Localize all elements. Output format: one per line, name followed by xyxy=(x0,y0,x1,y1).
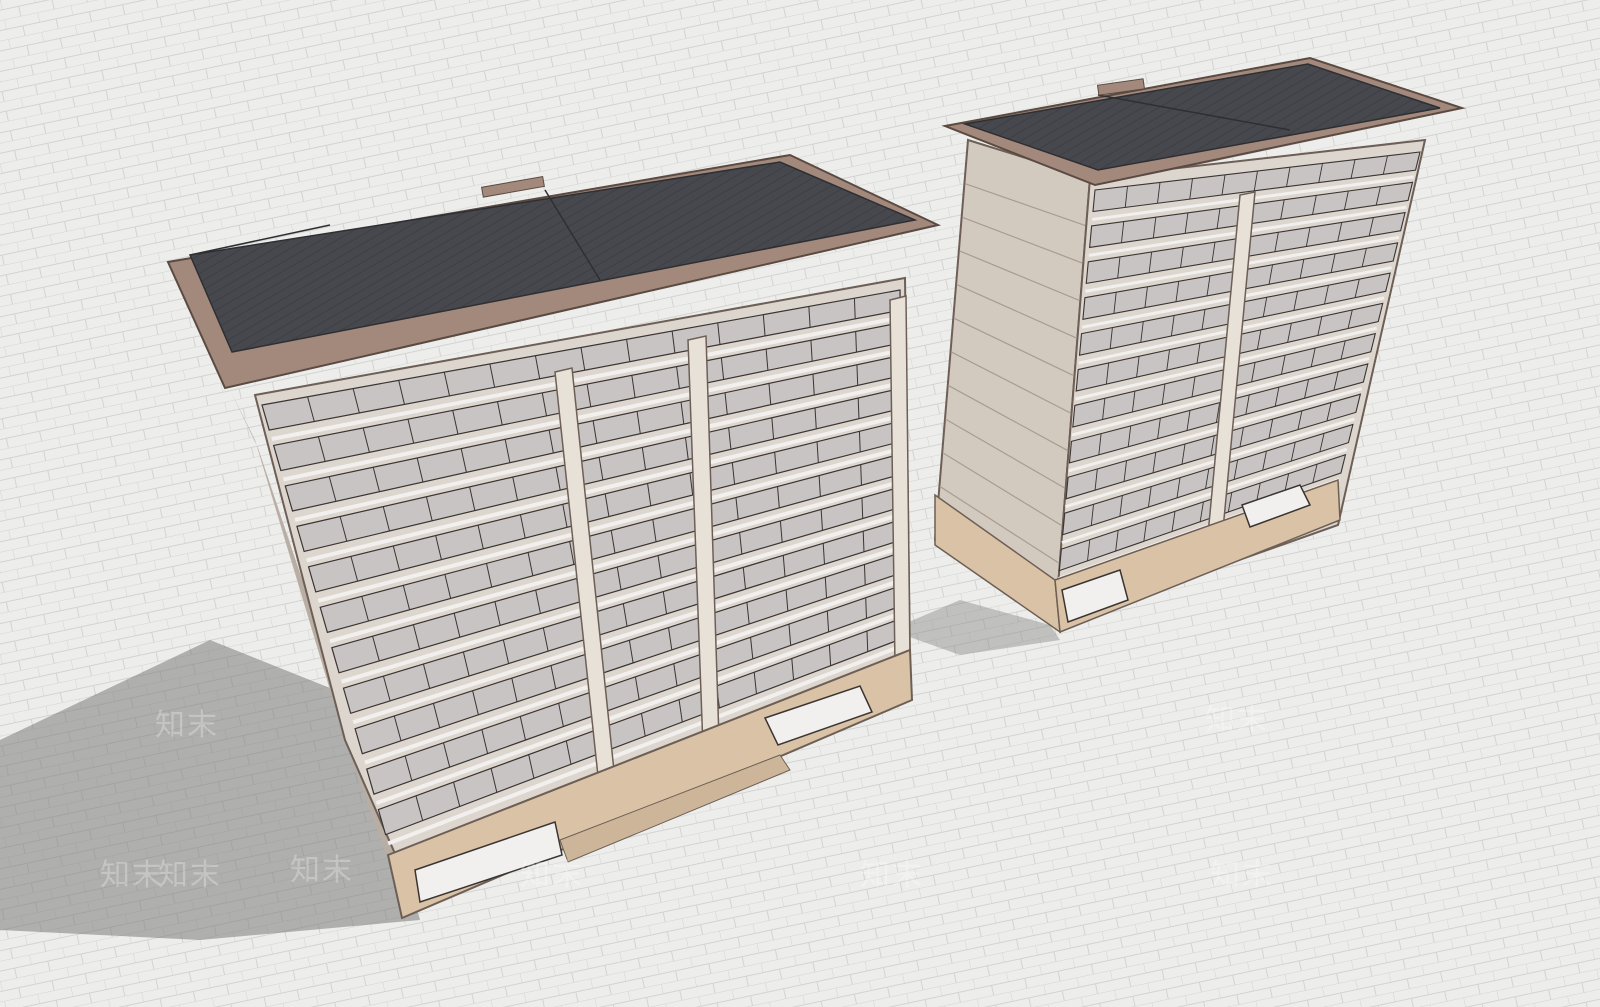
watermark-text: 知末 xyxy=(1210,858,1274,893)
watermark-text: 知末 xyxy=(100,858,164,893)
watermark-text: 知末 xyxy=(860,858,924,893)
watermark-text: 知末 xyxy=(158,858,222,893)
architectural-render-scene: 知末 知末 知末 知末 知末 知末 知末 知末 xyxy=(0,0,1600,1007)
watermark-text: 知末 xyxy=(1205,703,1269,738)
watermark-text: 知末 xyxy=(290,853,354,888)
watermark-text: 知末 xyxy=(155,708,219,743)
watermark-text: 知末 xyxy=(520,858,584,893)
